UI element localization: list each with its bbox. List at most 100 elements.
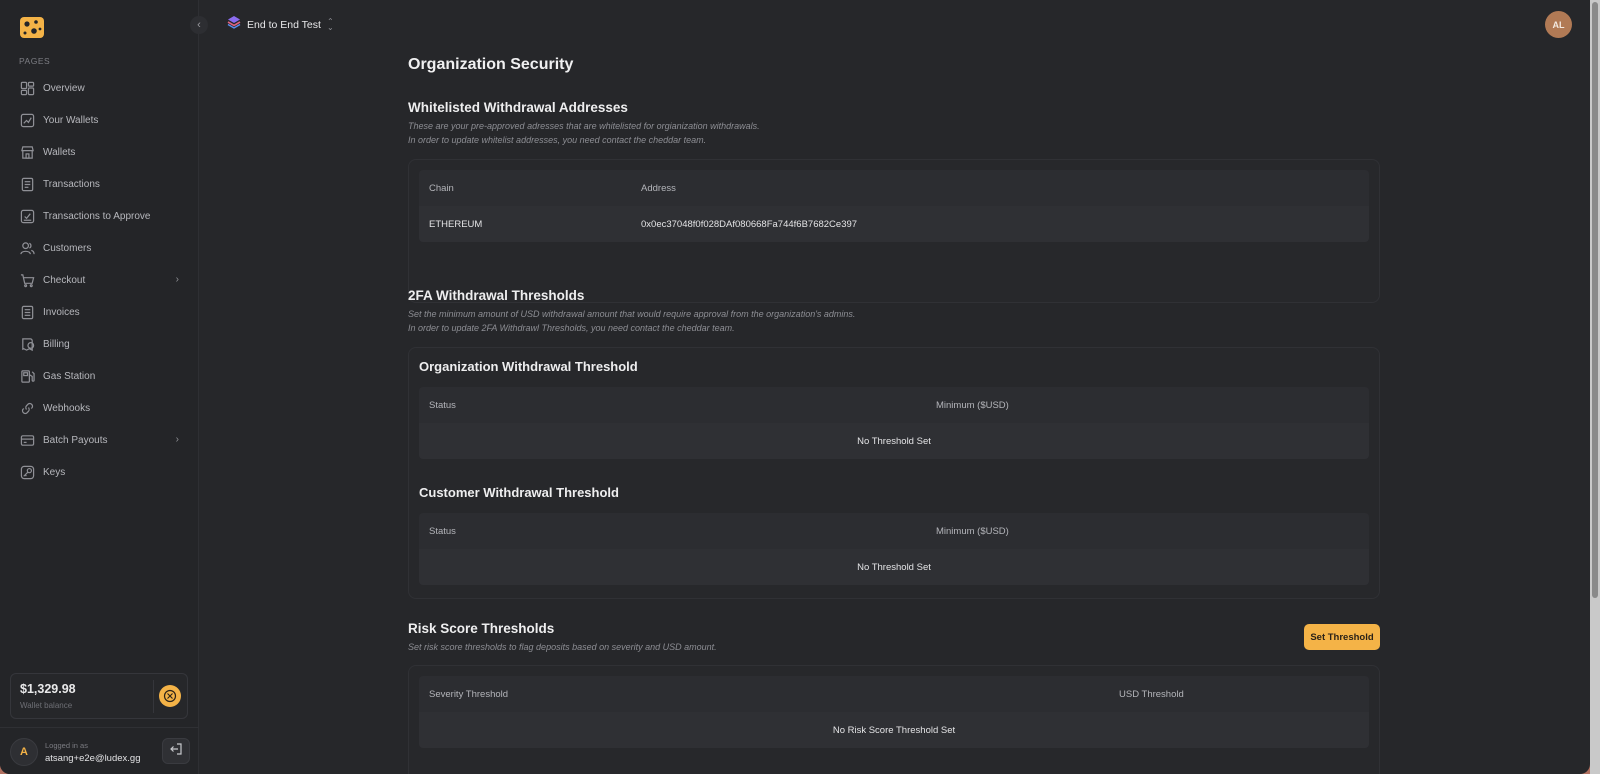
document-icon (19, 176, 35, 192)
table-header: Status Minimum ($USD) (419, 387, 1369, 423)
wallet-balance-amount: $1,329.98 (20, 682, 76, 696)
sidebar-item-label: Transactions (43, 178, 100, 190)
scrollbar-thumb[interactable] (1592, 2, 1598, 598)
column-header-severity: Severity Threshold (429, 688, 509, 700)
table-header: Status Minimum ($USD) (419, 513, 1369, 549)
wallet-icon (19, 336, 35, 352)
column-header-usd: USD Threshold (1119, 688, 1184, 700)
whitelist-table: Chain Address ETHEREUM 0x0ec37048f0f028D… (419, 170, 1369, 242)
empty-state-row: No Threshold Set (419, 549, 1369, 585)
empty-state-text: No Risk Score Threshold Set (832, 724, 956, 736)
sidebar-item-transactions[interactable]: Transactions (0, 168, 199, 200)
vertical-scrollbar[interactable] (1590, 0, 1600, 774)
organization-name: End to End Test (247, 18, 321, 31)
divider (153, 680, 154, 713)
empty-state-text: No Threshold Set (857, 561, 931, 573)
grid-icon (19, 80, 35, 96)
sidebar-item-batch-payouts[interactable]: Batch Payouts › (0, 424, 199, 456)
sidebar-item-keys[interactable]: Keys (0, 456, 199, 488)
sidebar-item-customers[interactable]: Customers (0, 232, 199, 264)
customer-threshold-table: Status Minimum ($USD) No Threshold Set (419, 513, 1369, 585)
twofa-card: Organization Withdrawal Threshold Status… (408, 347, 1380, 599)
column-header-minimum: Minimum ($USD) (936, 525, 1009, 537)
user-avatar[interactable]: AL (1545, 11, 1572, 38)
org-threshold-table: Status Minimum ($USD) No Threshold Set (419, 387, 1369, 459)
sidebar-item-wallets[interactable]: Wallets (0, 136, 199, 168)
chain-cell: ETHEREUM (429, 218, 483, 230)
avatar[interactable]: A (10, 738, 38, 766)
whitelist-section-title: Whitelisted Withdrawal Addresses (408, 100, 628, 115)
sidebar-item-label: Webhooks (43, 402, 91, 414)
sidebar-item-label: Keys (43, 466, 66, 478)
column-header-chain: Chain (429, 182, 454, 194)
whitelist-card: Chain Address ETHEREUM 0x0ec37048f0f028D… (408, 159, 1380, 303)
sidebar-nav: Overview Your Wallets Wallets Transactio… (0, 72, 199, 488)
sidebar-item-label: Wallets (43, 146, 76, 158)
empty-state-row: No Risk Score Threshold Set (419, 712, 1369, 748)
table-row[interactable]: ETHEREUM 0x0ec37048f0f028DAf080668Fa744f… (419, 206, 1369, 242)
column-header-minimum: Minimum ($USD) (936, 399, 1009, 411)
logout-icon (169, 742, 183, 761)
sidebar-item-label: Billing (43, 338, 70, 350)
gas-icon (19, 368, 35, 384)
approve-icon (19, 208, 35, 224)
sidebar-item-label: Gas Station (43, 370, 96, 382)
table-header: Severity Threshold USD Threshold (419, 676, 1369, 712)
logout-button[interactable] (162, 738, 190, 764)
column-header-status: Status (429, 525, 456, 537)
twofa-description: Set the minimum amount of USD withdrawal… (408, 307, 855, 335)
logged-in-label: Logged in as (45, 741, 88, 750)
sidebar-item-label: Invoices (43, 306, 80, 318)
invoice-icon (19, 304, 35, 320)
sidebar-item-label: Transactions to Approve (43, 210, 151, 222)
chevron-left-icon: ‹ (197, 19, 201, 31)
table-header: Chain Address (419, 170, 1369, 206)
link-icon (19, 400, 35, 416)
column-header-status: Status (429, 399, 456, 411)
customer-threshold-title: Customer Withdrawal Threshold (419, 485, 619, 500)
coin-icon[interactable] (159, 685, 181, 707)
key-icon (19, 464, 35, 480)
sidebar-item-webhooks[interactable]: Webhooks (0, 392, 199, 424)
sidebar-item-label: Overview (43, 82, 85, 94)
risk-threshold-table: Severity Threshold USD Threshold No Risk… (419, 676, 1369, 748)
sidebar-item-transactions-to-approve[interactable]: Transactions to Approve (0, 200, 199, 232)
whitelist-description: These are your pre-approved adresses tha… (408, 119, 760, 147)
organization-switcher[interactable]: End to End Test ⌃ ⌄ (227, 15, 334, 34)
address-cell: 0x0ec37048f0f028DAf080668Fa744f6B7682Ce3… (641, 218, 858, 230)
risk-section-title: Risk Score Thresholds (408, 621, 555, 636)
sidebar-item-your-wallets[interactable]: Your Wallets (0, 104, 199, 136)
user-profile: A Logged in as atsang+e2e@ludex.gg (0, 727, 199, 774)
users-icon (19, 240, 35, 256)
cheese-logo-icon[interactable] (19, 14, 45, 40)
pages-section-label: PAGES (19, 56, 51, 66)
wallet-balance-card: $1,329.98 Wallet balance (10, 673, 188, 719)
sidebar-item-label: Checkout (43, 274, 86, 286)
twofa-section-title: 2FA Withdrawal Thresholds (408, 288, 585, 303)
risk-card: Severity Threshold USD Threshold No Risk… (408, 665, 1380, 774)
sidebar-item-overview[interactable]: Overview (0, 72, 199, 104)
organization-logo-icon (227, 15, 241, 34)
collapse-sidebar-button[interactable]: ‹ (190, 16, 208, 34)
topbar: End to End Test ⌃ ⌄ AL (199, 0, 1590, 48)
whitelist-description-line: In order to update whitelist addresses, … (408, 135, 707, 145)
sidebar-item-gas-station[interactable]: Gas Station (0, 360, 199, 392)
org-threshold-title: Organization Withdrawal Threshold (419, 359, 638, 374)
chevron-up-down-icon: ⌃ ⌄ (326, 16, 334, 32)
chevron-right-icon: › (175, 434, 179, 445)
empty-state-text: No Threshold Set (857, 435, 931, 447)
sidebar-item-invoices[interactable]: Invoices (0, 296, 199, 328)
chevron-right-icon: › (175, 274, 179, 285)
page-title: Organization Security (408, 56, 574, 73)
set-threshold-button[interactable]: Set Threshold (1304, 624, 1380, 650)
wallet-balance-label: Wallet balance (20, 701, 73, 710)
cart-icon (19, 272, 35, 288)
twofa-description-line: In order to update 2FA Withdrawl Thresho… (408, 323, 735, 333)
store-icon (19, 144, 35, 160)
risk-description: Set risk score thresholds to flag deposi… (408, 642, 717, 652)
whitelist-description-line: These are your pre-approved adresses tha… (408, 121, 760, 131)
user-email: atsang+e2e@ludex.gg (45, 753, 141, 764)
sidebar-item-checkout[interactable]: Checkout › (0, 264, 199, 296)
sidebar-item-billing[interactable]: Billing (0, 328, 199, 360)
sidebar-item-label: Batch Payouts (43, 434, 108, 446)
